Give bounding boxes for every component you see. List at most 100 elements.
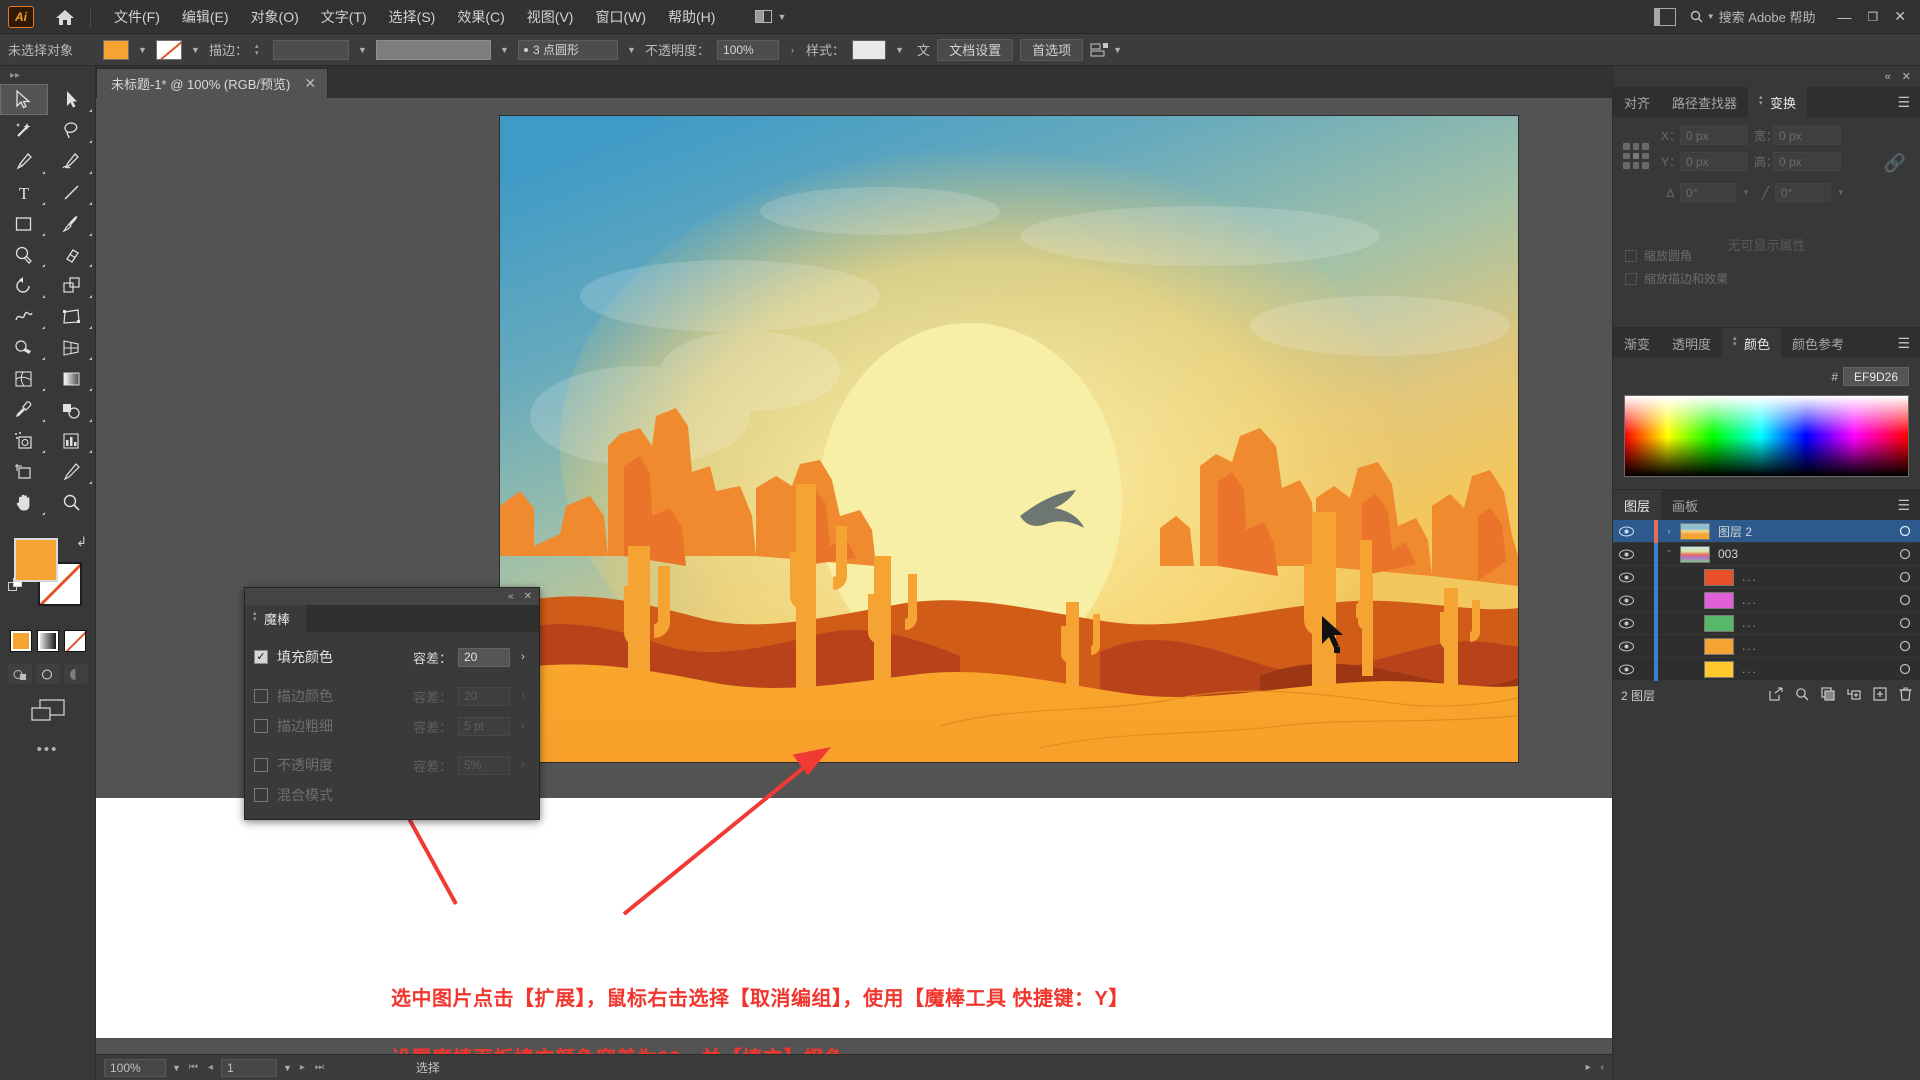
tab-gradient[interactable]: 渐变 — [1613, 328, 1661, 358]
blending-mode-checkbox[interactable]: ✓ — [254, 788, 268, 802]
target-indicator-icon[interactable] — [1890, 548, 1920, 560]
draw-behind-icon[interactable] — [35, 664, 60, 684]
tab-color[interactable]: 颜色 — [1722, 328, 1782, 358]
chevron-down-icon[interactable]: ▼ — [1837, 188, 1845, 197]
paintbrush-tool[interactable] — [48, 208, 96, 239]
restore-button[interactable]: ❐ — [1868, 10, 1879, 24]
scale-tool[interactable] — [48, 270, 96, 301]
shear-input[interactable]: 0° — [1774, 183, 1831, 202]
brush-definition-field[interactable] — [376, 39, 492, 60]
tab-color-guide[interactable]: 颜色参考 — [1781, 328, 1855, 358]
tab-pathfinder[interactable]: 路径查找器 — [1661, 87, 1748, 117]
close-button[interactable]: ✕ — [1894, 8, 1906, 25]
tab-align[interactable]: 对齐 — [1613, 87, 1661, 117]
reference-point-selector[interactable] — [1623, 143, 1649, 169]
new-sublayer-icon[interactable] — [1847, 687, 1861, 704]
eye-icon[interactable] — [1613, 618, 1640, 629]
screen-mode-button[interactable] — [0, 698, 95, 723]
direct-selection-tool[interactable] — [48, 84, 96, 115]
magic-wand-tool[interactable] — [0, 115, 48, 146]
gradient-mode-button[interactable] — [36, 630, 59, 652]
draw-inside-icon[interactable] — [63, 664, 88, 684]
type-tool[interactable]: T — [0, 177, 48, 208]
stroke-tolerance-flyout-icon[interactable]: › — [516, 690, 530, 702]
target-indicator-icon[interactable] — [1890, 663, 1920, 675]
shape-builder-tool[interactable] — [0, 332, 48, 363]
next-artboard-button[interactable]: ▸ — [298, 1062, 307, 1073]
delete-layer-icon[interactable] — [1899, 687, 1912, 704]
menu-help[interactable]: 帮助(H) — [657, 2, 726, 32]
opacity-flyout-icon[interactable]: › — [786, 45, 799, 55]
layer-row[interactable]: ... — [1613, 588, 1920, 612]
collapse-icon[interactable]: « — [508, 591, 514, 602]
magic-wand-panel-titlebar[interactable]: « ✕ — [245, 588, 539, 605]
object-name[interactable]: ... — [1742, 616, 1890, 630]
document-setup-button[interactable]: 文档设置 — [937, 38, 1014, 61]
layer-row[interactable]: › 图层 2 — [1613, 519, 1920, 543]
color-spectrum-picker[interactable] — [1624, 395, 1909, 477]
option-fill-color[interactable]: ✓ 填充颜色 容差： 20 › — [245, 642, 539, 672]
hex-input[interactable]: EF9D26 — [1843, 367, 1909, 386]
menu-object[interactable]: 对象(O) — [240, 2, 310, 32]
perspective-grid-tool[interactable] — [48, 332, 96, 363]
stroke-stepper[interactable]: ▴ ▾ — [255, 43, 266, 57]
object-name[interactable]: ... — [1742, 662, 1890, 676]
free-transform-tool[interactable] — [48, 301, 96, 332]
transform-panel-titlebar[interactable]: « ✕ — [1613, 66, 1920, 87]
status-collapse-icon[interactable]: ‹ — [1601, 1062, 1604, 1073]
fill-color-swatch[interactable] — [103, 39, 129, 60]
home-icon[interactable] — [52, 8, 78, 26]
layer-row[interactable]: ... — [1613, 565, 1920, 589]
minimize-button[interactable]: — — [1838, 9, 1852, 25]
close-icon[interactable]: ✕ — [524, 591, 532, 602]
rotate-tool[interactable] — [0, 270, 48, 301]
scale-strokes-option[interactable]: 缩放描边和效果 — [1625, 270, 1728, 287]
artboard-number-input[interactable]: 1 — [220, 1058, 277, 1077]
opacity-field[interactable]: 100% — [717, 39, 780, 60]
stroke-color-swatch[interactable] — [156, 39, 182, 60]
fill-color-checkbox[interactable]: ✓ — [254, 650, 268, 664]
target-indicator-icon[interactable] — [1890, 571, 1920, 583]
constrain-proportions-icon[interactable]: 🔗 — [1884, 153, 1906, 174]
eye-icon[interactable] — [1613, 664, 1640, 675]
x-input[interactable]: 0 px — [1680, 126, 1748, 145]
pen-tool[interactable] — [0, 146, 48, 177]
stroke-profile-field[interactable]: 3 点圆形 — [518, 39, 619, 60]
w-input[interactable]: 0 px — [1773, 126, 1841, 145]
document-tab[interactable]: 未标题-1* @ 100% (RGB/预览) ✕ — [96, 68, 329, 98]
lasso-tool[interactable] — [48, 115, 96, 146]
eye-icon[interactable] — [1613, 572, 1640, 583]
stroke-color-checkbox[interactable]: ✓ — [254, 689, 268, 703]
opacity-tolerance-flyout-icon[interactable]: › — [516, 759, 530, 771]
line-segment-tool[interactable] — [48, 177, 96, 208]
eye-icon[interactable] — [1613, 526, 1640, 537]
layer-name[interactable]: 图层 2 — [1718, 523, 1890, 540]
sublayer-name[interactable]: 003 — [1718, 547, 1890, 561]
weight-tolerance-input[interactable]: 5 pt — [458, 716, 510, 736]
eye-icon[interactable] — [1613, 549, 1640, 560]
swap-fill-stroke-icon[interactable]: ↲ — [76, 534, 87, 550]
stroke-dropdown-icon[interactable]: ▼ — [189, 45, 202, 55]
menu-type[interactable]: 文字(T) — [310, 2, 378, 32]
toolbar-drag-handle[interactable]: ▸▸ — [0, 66, 95, 84]
align-dropdown[interactable]: ▼ — [1090, 42, 1122, 58]
tab-transform[interactable]: 变换 — [1748, 87, 1808, 117]
chevron-down-icon[interactable]: ▼ — [1742, 188, 1750, 197]
layer-row[interactable]: ... — [1613, 634, 1920, 658]
brush-dropdown-icon[interactable]: ▼ — [498, 45, 511, 55]
target-indicator-icon[interactable] — [1890, 640, 1920, 652]
fill-color-box[interactable] — [14, 538, 58, 582]
profile-dropdown-icon[interactable]: ▼ — [625, 45, 638, 55]
collapse-icon[interactable]: « — [1885, 71, 1891, 83]
weight-tolerance-flyout-icon[interactable]: › — [516, 720, 530, 732]
opacity-checkbox[interactable]: ✓ — [254, 758, 268, 772]
stroke-weight-checkbox[interactable]: ✓ — [254, 719, 268, 733]
zoom-dropdown-icon[interactable]: ▼ — [172, 1063, 181, 1073]
tab-transparency[interactable]: 透明度 — [1661, 328, 1722, 358]
scale-strokes-checkbox[interactable] — [1625, 272, 1637, 285]
layer-row[interactable]: ˇ 003 — [1613, 542, 1920, 566]
menu-view[interactable]: 视图(V) — [516, 2, 585, 32]
eye-icon[interactable] — [1613, 595, 1640, 606]
color-mode-button[interactable] — [9, 630, 32, 652]
stroke-weight-dropdown-icon[interactable]: ▼ — [356, 45, 369, 55]
